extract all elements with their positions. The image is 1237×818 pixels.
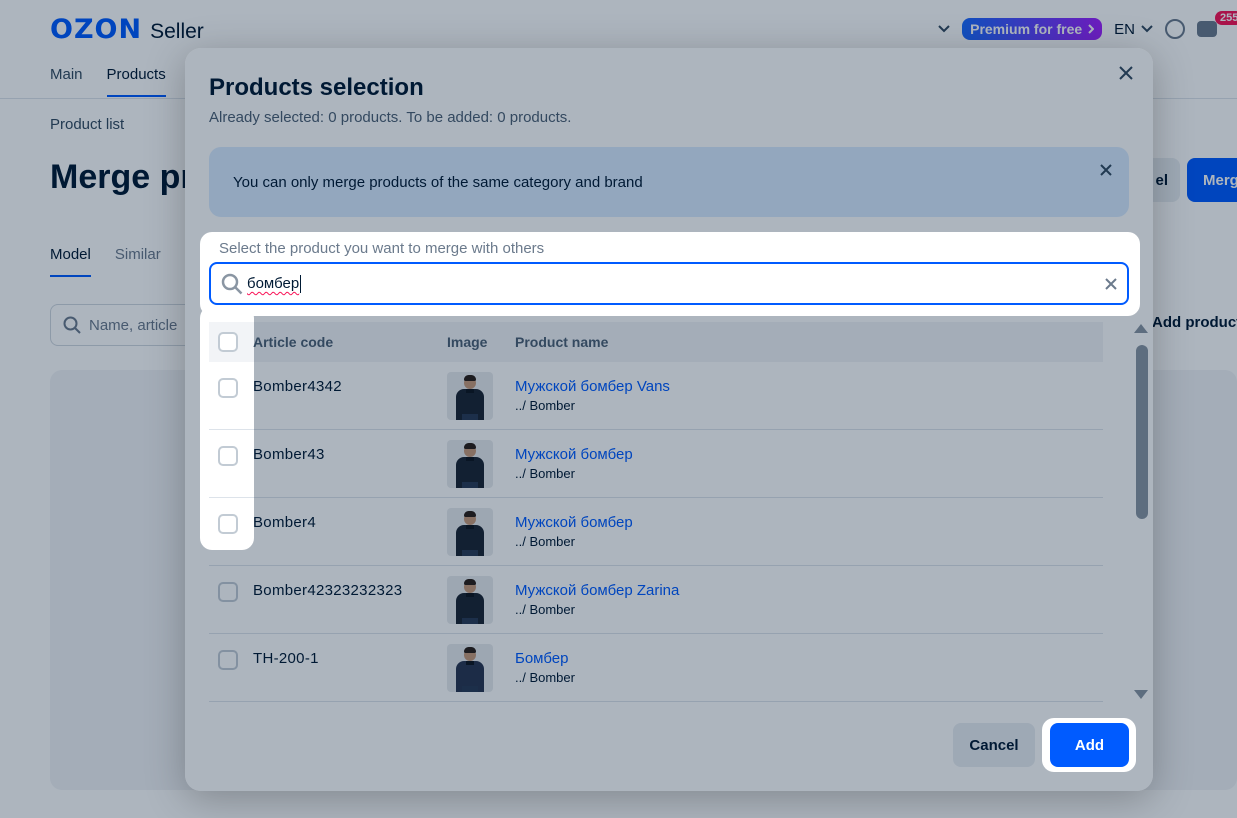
clear-icon[interactable] [1105,277,1117,290]
info-banner: You can only merge products of the same … [209,147,1129,217]
product-thumbnail[interactable] [447,644,493,692]
search-field-label: Select the product you want to merge wit… [219,240,545,257]
row-checkbox[interactable] [218,582,238,602]
info-text: You can only merge products of the same … [233,173,643,191]
search-icon [221,273,243,295]
product-category: ../ Bomber [515,466,575,481]
product-category: ../ Bomber [515,534,575,549]
table-header: Article code Image Product name [209,322,1103,362]
article-code: Bomber4342 [253,378,342,395]
product-category: ../ Bomber [515,670,575,685]
search-value: бомбер [247,275,300,292]
product-name-link[interactable]: Мужской бомбер Zarina [515,582,1103,599]
column-header-article: Article code [253,334,334,350]
modal-subtitle: Already selected: 0 products. To be adde… [209,109,572,126]
article-code: Bomber42323232323 [253,582,403,599]
article-code: Bomber4 [253,514,316,531]
modal-title: Products selection [209,74,424,101]
table-row: Bomber4342 Мужской бомбер Vans ../ Bombe… [209,362,1103,430]
text-caret [300,274,302,293]
add-button[interactable]: Add [1050,723,1129,767]
product-category: ../ Bomber [515,398,575,413]
product-thumbnail[interactable] [447,440,493,488]
cancel-button[interactable]: Cancel [953,723,1035,767]
scrollbar-thumb[interactable] [1136,345,1148,519]
product-name-link[interactable]: Мужской бомбер [515,446,1103,463]
product-name-link[interactable]: Мужской бомбер [515,514,1103,531]
select-all-checkbox[interactable] [218,332,238,352]
product-thumbnail[interactable] [447,576,493,624]
table-row: Bomber4 Мужской бомбер ../ Bomber [209,498,1103,566]
product-name-link[interactable]: Мужской бомбер Vans [515,378,1103,395]
product-category: ../ Bomber [515,602,575,617]
products-selection-modal: Products selection Already selected: 0 p… [185,48,1153,791]
row-checkbox[interactable] [218,514,238,534]
product-search-input[interactable]: бомбер [209,262,1129,305]
column-header-image: Image [447,334,488,350]
row-checkbox[interactable] [218,650,238,670]
row-checkbox[interactable] [218,446,238,466]
table-row: Bomber42323232323 Мужской бомбер Zarina … [209,566,1103,634]
article-code: Bomber43 [253,446,325,463]
product-thumbnail[interactable] [447,372,493,420]
table-row: TH-200-1 Бомбер ../ Bomber [209,634,1103,702]
close-icon[interactable] [1117,64,1135,82]
products-table: Article code Image Product name Bomber43… [209,322,1103,702]
article-code: TH-200-1 [253,650,319,667]
scroll-down-arrow[interactable] [1134,690,1148,699]
product-thumbnail[interactable] [447,508,493,556]
row-checkbox[interactable] [218,378,238,398]
scroll-up-arrow[interactable] [1134,324,1148,333]
column-header-name: Product name [515,334,609,350]
table-row: Bomber43 Мужской бомбер ../ Bomber [209,430,1103,498]
close-icon[interactable] [1099,163,1113,177]
product-name-link[interactable]: Бомбер [515,650,1103,667]
